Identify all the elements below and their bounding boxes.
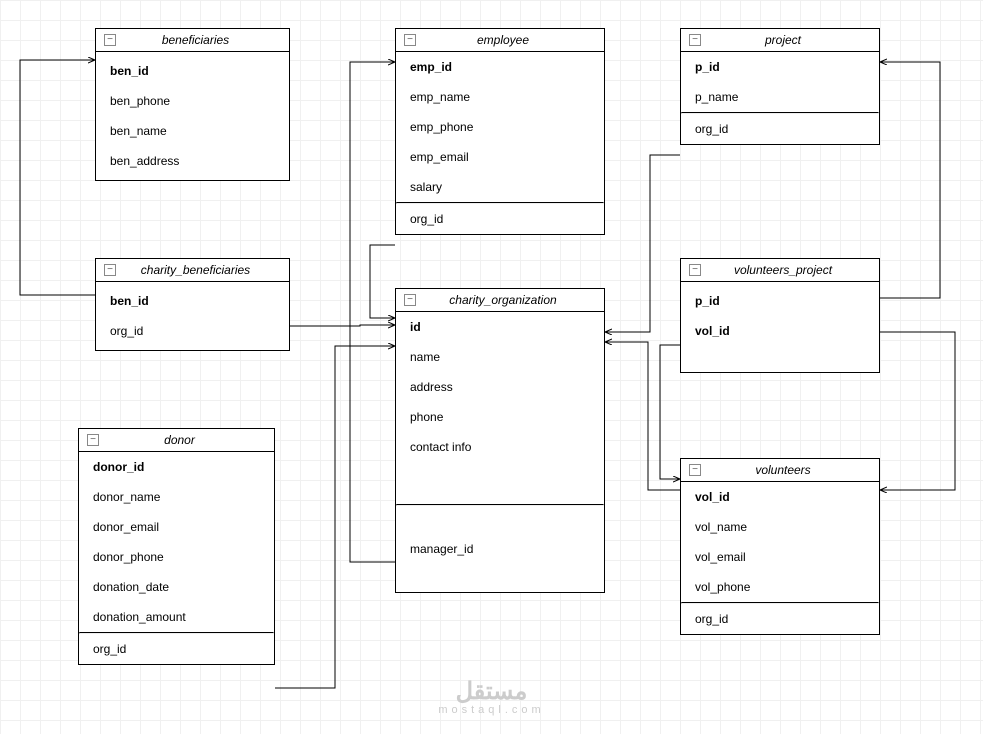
field-pk: donor_id xyxy=(79,452,274,482)
entity-volunteers[interactable]: − volunteers vol_id vol_name vol_email v… xyxy=(680,458,880,635)
field: salary xyxy=(396,172,604,202)
collapse-icon[interactable]: − xyxy=(689,34,701,46)
field-pk: emp_id xyxy=(396,52,604,82)
collapse-icon[interactable]: − xyxy=(104,34,116,46)
entity-body: ben_id org_id xyxy=(96,282,289,350)
entity-title: charity_beneficiaries xyxy=(122,263,281,277)
collapse-icon[interactable]: − xyxy=(87,434,99,446)
entity-body: p_id p_name org_id xyxy=(681,52,879,144)
field: vol_phone xyxy=(681,572,879,602)
field: vol_name xyxy=(681,512,879,542)
entity-body: emp_id emp_name emp_phone emp_email sala… xyxy=(396,52,604,234)
field-pk: vol_id xyxy=(681,316,879,346)
field-pk: id xyxy=(396,312,604,342)
field: p_name xyxy=(681,82,879,112)
entity-header: − volunteers xyxy=(681,459,879,482)
field: name xyxy=(396,342,604,372)
field: address xyxy=(396,372,604,402)
field: donor_email xyxy=(79,512,274,542)
entity-body: vol_id vol_name vol_email vol_phone org_… xyxy=(681,482,879,634)
entity-header: − charity_beneficiaries xyxy=(96,259,289,282)
entity-header: − volunteers_project xyxy=(681,259,879,282)
entity-header: − charity_organization xyxy=(396,289,604,312)
field-pk: ben_id xyxy=(96,56,289,86)
field: donor_name xyxy=(79,482,274,512)
field-fk: manager_id xyxy=(396,534,604,564)
field-fk: org_id xyxy=(681,114,879,144)
collapse-icon[interactable]: − xyxy=(404,34,416,46)
field: emp_email xyxy=(396,142,604,172)
entity-body: donor_id donor_name donor_email donor_ph… xyxy=(79,452,274,664)
entity-header: − donor xyxy=(79,429,274,452)
entity-title: volunteers xyxy=(707,463,871,477)
entity-project[interactable]: − project p_id p_name org_id xyxy=(680,28,880,145)
entity-body: p_id vol_id xyxy=(681,282,879,372)
field-pk: p_id xyxy=(681,52,879,82)
field: contact info xyxy=(396,432,604,462)
field-fk: org_id xyxy=(79,634,274,664)
field-pk: ben_id xyxy=(96,286,289,316)
field: emp_phone xyxy=(396,112,604,142)
collapse-icon[interactable]: − xyxy=(689,464,701,476)
field: donation_date xyxy=(79,572,274,602)
entity-beneficiaries[interactable]: − beneficiaries ben_id ben_phone ben_nam… xyxy=(95,28,290,181)
field-fk: org_id xyxy=(681,604,879,634)
collapse-icon[interactable]: − xyxy=(104,264,116,276)
field: phone xyxy=(396,402,604,432)
field-pk: vol_id xyxy=(681,482,879,512)
field-fk: org_id xyxy=(396,204,604,234)
entity-employee[interactable]: − employee emp_id emp_name emp_phone emp… xyxy=(395,28,605,235)
entity-charity-beneficiaries[interactable]: − charity_beneficiaries ben_id org_id xyxy=(95,258,290,351)
entity-title: charity_organization xyxy=(422,293,596,307)
collapse-icon[interactable]: − xyxy=(689,264,701,276)
entity-header: − employee xyxy=(396,29,604,52)
entity-charity-organization[interactable]: − charity_organization id name address p… xyxy=(395,288,605,593)
field: donation_amount xyxy=(79,602,274,632)
entity-body: id name address phone contact info manag… xyxy=(396,312,604,592)
entity-title: project xyxy=(707,33,871,47)
entity-title: employee xyxy=(422,33,596,47)
field: ben_name xyxy=(96,116,289,146)
entity-header: − project xyxy=(681,29,879,52)
entity-donor[interactable]: − donor donor_id donor_name donor_email … xyxy=(78,428,275,665)
entity-body: ben_id ben_phone ben_name ben_address xyxy=(96,52,289,180)
field-pk: p_id xyxy=(681,286,879,316)
field: ben_phone xyxy=(96,86,289,116)
field: emp_name xyxy=(396,82,604,112)
field: donor_phone xyxy=(79,542,274,572)
entity-title: beneficiaries xyxy=(122,33,281,47)
entity-title: volunteers_project xyxy=(707,263,871,277)
field: ben_address xyxy=(96,146,289,176)
entity-header: − beneficiaries xyxy=(96,29,289,52)
collapse-icon[interactable]: − xyxy=(404,294,416,306)
field: vol_email xyxy=(681,542,879,572)
entity-title: donor xyxy=(105,433,266,447)
entity-volunteers-project[interactable]: − volunteers_project p_id vol_id xyxy=(680,258,880,373)
field: org_id xyxy=(96,316,289,346)
